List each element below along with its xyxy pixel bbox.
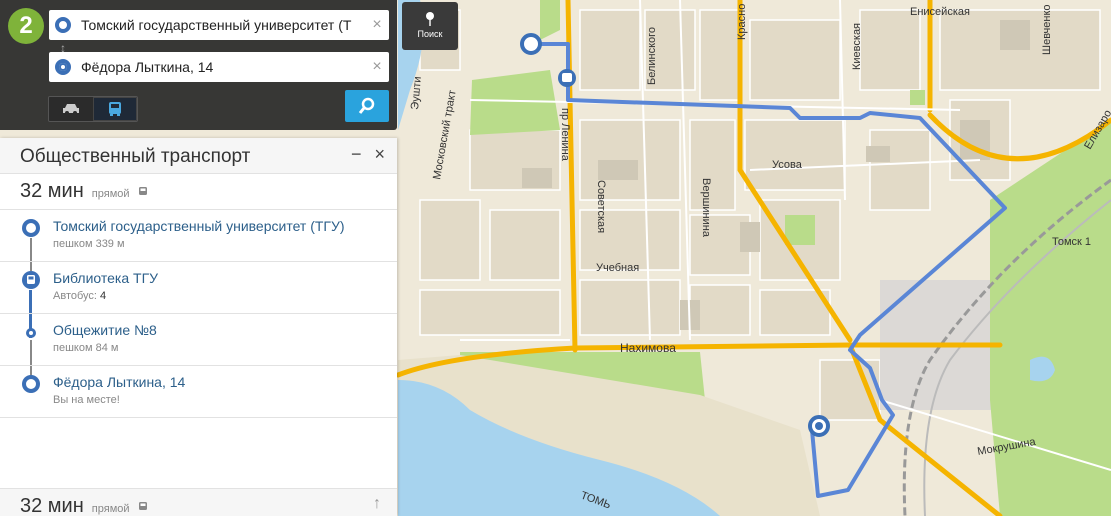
bus-icon xyxy=(138,502,147,510)
route-panel-title: Общественный транспорт xyxy=(20,146,251,167)
arrow-up-icon[interactable]: ↑ xyxy=(373,495,381,513)
step-detail: пешком 339 м xyxy=(53,238,125,250)
minimize-icon[interactable]: − xyxy=(351,144,362,164)
step-detail: пешком 84 м xyxy=(53,342,119,354)
label-vershinina: Вершинина xyxy=(700,178,712,238)
label-tom1: Томск 1 xyxy=(1052,236,1091,248)
transport-mode-group xyxy=(48,96,138,122)
bus-icon xyxy=(109,102,121,116)
start-point-icon xyxy=(22,219,40,237)
step-name[interactable]: Библиотека ТГУ xyxy=(53,270,397,286)
alt-route-kind: прямой xyxy=(91,503,130,515)
bus-icon xyxy=(138,187,147,195)
end-point-icon xyxy=(22,375,40,393)
search-tab-label: Поиск xyxy=(417,29,443,39)
label-kievskaya: Киевская xyxy=(851,23,863,70)
route-step[interactable]: Томский государственный университет (ТГУ… xyxy=(0,210,397,262)
route-duration: 32 мин xyxy=(20,180,84,202)
label-uchebnaya: Учебная xyxy=(596,262,639,274)
label-lenina: пр Ленина xyxy=(559,108,571,162)
alternative-route-row[interactable]: 32 мин прямой ↑ xyxy=(0,488,397,516)
car-mode-button[interactable] xyxy=(49,97,93,121)
from-pin-icon xyxy=(55,17,71,33)
route-step[interactable]: Фёдора Лыткина, 14 Вы на месте! xyxy=(0,366,397,418)
from-field[interactable]: Томский государственный университет (Т × xyxy=(49,10,389,40)
to-input[interactable]: Фёдора Лыткина, 14 xyxy=(81,59,365,75)
close-icon[interactable]: × xyxy=(374,144,385,164)
search-panel: 2 Томский государственный университет (Т… xyxy=(0,0,397,130)
label-krasnoarmeyskaya: Красно xyxy=(736,4,748,40)
bus-mode-button[interactable] xyxy=(93,97,137,121)
step-name[interactable]: Томский государственный университет (ТГУ… xyxy=(53,218,397,234)
label-eniseyskaya: Енисейская xyxy=(910,6,970,18)
search-tab[interactable]: Поиск xyxy=(402,2,458,50)
magnifier-icon xyxy=(358,97,375,114)
to-pin-icon xyxy=(55,59,71,75)
bus-number: 4 xyxy=(100,290,107,302)
search-go-button[interactable] xyxy=(345,90,389,122)
route-step[interactable]: Общежитие №8 пешком 84 м xyxy=(0,314,397,366)
label-belinskogo: Белинского xyxy=(646,27,658,85)
from-input[interactable]: Томский государственный университет (Т xyxy=(81,17,365,33)
route-summary[interactable]: 32 мин прямой xyxy=(0,174,397,210)
clear-to-icon[interactable]: × xyxy=(365,58,389,76)
label-shevchenko: Шевченко xyxy=(1041,4,1053,55)
to-field[interactable]: Фёдора Лыткина, 14 × xyxy=(49,52,389,82)
label-usova: Усова xyxy=(772,159,803,171)
route-kind: прямой xyxy=(91,188,130,200)
route-start-marker xyxy=(520,33,542,55)
route-steps: Томский государственный университет (ТГУ… xyxy=(0,210,397,418)
route-panel: Общественный транспорт − × 32 мин прямой… xyxy=(0,138,397,516)
route-step[interactable]: Библиотека ТГУ Автобус: 4 xyxy=(0,262,397,314)
map-pin-icon xyxy=(426,12,434,26)
step-detail: Автобус: 4 xyxy=(53,290,107,302)
step-detail: Вы на месте! xyxy=(53,394,120,406)
step-name[interactable]: Фёдора Лыткина, 14 xyxy=(53,374,397,390)
app-logo[interactable]: 2 xyxy=(8,8,44,44)
car-icon xyxy=(63,104,79,115)
bus-stop-icon xyxy=(22,271,40,289)
alt-route-duration: 32 мин xyxy=(20,495,84,516)
route-panel-header: Общественный транспорт − × xyxy=(0,138,397,174)
clear-from-icon[interactable]: × xyxy=(365,16,389,34)
label-sovetskaya: Советская xyxy=(595,180,607,233)
transfer-point-icon xyxy=(26,328,36,338)
step-name[interactable]: Общежитие №8 xyxy=(53,322,397,338)
label-nakhimova: Нахимова xyxy=(620,341,676,355)
